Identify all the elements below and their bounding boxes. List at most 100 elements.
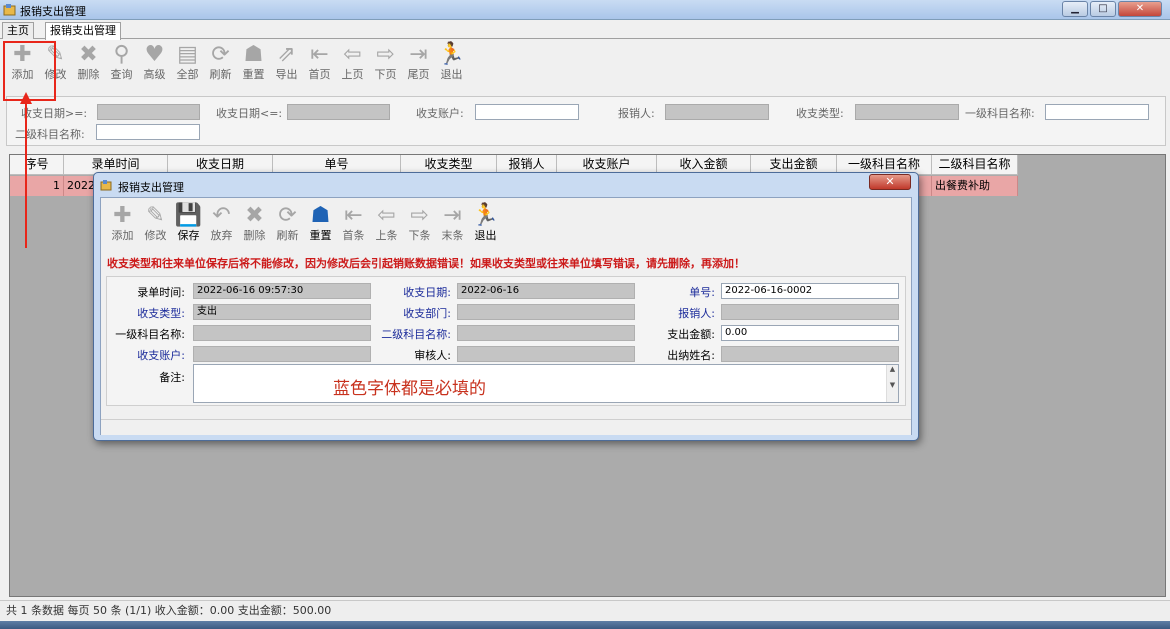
dialog-button-delete[interactable]: ✖ 删除	[238, 203, 271, 249]
dialog-button-label: 下条	[408, 229, 431, 242]
type-input[interactable]	[855, 104, 959, 120]
auditor-label: 审核人:	[414, 349, 451, 362]
date-to-label: 收支日期<=:	[216, 107, 283, 120]
dialog-button-label: 退出	[474, 229, 497, 242]
dialog-button-plus[interactable]: ✚ 添加	[106, 203, 139, 249]
dialog-button-reset[interactable]: ☗ 重置	[304, 203, 337, 249]
toolbar-button-delete[interactable]: ✖ 删除	[72, 42, 105, 88]
toolbar-button-reset[interactable]: ☗ 重置	[237, 42, 270, 88]
dialog-app-icon	[100, 180, 112, 191]
toolbar-button-label: 删除	[77, 68, 100, 81]
dialog-button-undo[interactable]: ↶ 放弃	[205, 203, 238, 249]
toolbar-button-refresh[interactable]: ⟳ 刷新	[204, 42, 237, 88]
prev-record-icon: ⇦	[377, 203, 396, 228]
cashier-field[interactable]	[721, 346, 899, 362]
toolbar-button-label: 上页	[341, 68, 364, 81]
minimize-button[interactable]: ▁	[1062, 1, 1088, 17]
number-label: 单号:	[689, 286, 715, 299]
dialog-button-save[interactable]: 💾 保存	[172, 203, 205, 249]
toolbar-button-advanced-search[interactable]: ♥ 高级	[138, 42, 171, 88]
date-label: 收支日期:	[403, 286, 451, 299]
account-label: 收支账户:	[416, 107, 464, 120]
memo-scrollbar[interactable]: ▲ ▼	[886, 365, 898, 402]
delete-icon: ✖	[79, 42, 98, 67]
dialog-close-button[interactable]: ✕	[869, 174, 911, 190]
edit-icon: ✎	[146, 203, 165, 228]
toolbar-button-label: 刷新	[209, 68, 232, 81]
number-field[interactable]: 2022-06-16-0002	[721, 283, 899, 299]
reporter-input[interactable]	[665, 104, 769, 120]
toolbar-button-first-page[interactable]: ⇤ 首页	[303, 42, 336, 88]
dialog-button-label: 删除	[243, 229, 266, 242]
level2-input[interactable]	[96, 124, 200, 140]
reset-icon: ☗	[243, 42, 264, 67]
main-toolbar: ✚ 添加 ✎ 修改 ✖ 删除 ⚲ 查询 ♥ 高级 ▤ 全部 ⟳ 刷新 ☗ 重置 ⇗ 导出 ⇤ 首页 ⇦ 上页 ⇨ 下页 ⇥ 尾页 🏃…	[6, 42, 468, 90]
memo-label: 备注:	[159, 371, 185, 384]
column-header[interactable]: 二级科目名称	[932, 155, 1018, 175]
dialog-button-label: 末条	[441, 229, 464, 242]
type-label: 收支类型:	[796, 107, 844, 120]
toolbar-button-prev-page[interactable]: ⇦ 上页	[336, 42, 369, 88]
dept-label: 收支部门:	[403, 307, 451, 320]
dialog-button-refresh[interactable]: ⟳ 刷新	[271, 203, 304, 249]
last-record-icon: ⇥	[443, 203, 462, 228]
toolbar-button-next-page[interactable]: ⇨ 下页	[369, 42, 402, 88]
dialog-button-label: 刷新	[276, 229, 299, 242]
exit-icon: 🏃	[437, 42, 466, 67]
dialog-button-edit[interactable]: ✎ 修改	[139, 203, 172, 249]
search-icon: ⚲	[113, 42, 130, 67]
date-from-input[interactable]	[97, 104, 200, 120]
level1-field[interactable]	[193, 325, 371, 341]
tab-home[interactable]: 主页	[2, 22, 34, 39]
account-input[interactable]	[475, 104, 579, 120]
date-to-input[interactable]	[287, 104, 390, 120]
toolbar-button-label: 退出	[440, 68, 463, 81]
toolbar-button-exit[interactable]: 🏃 退出	[435, 42, 468, 88]
dialog-button-next-record[interactable]: ⇨ 下条	[403, 203, 436, 249]
dialog-button-first-record[interactable]: ⇤ 首条	[337, 203, 370, 249]
type-field[interactable]: 支出	[193, 304, 371, 320]
toolbar-button-all[interactable]: ▤ 全部	[171, 42, 204, 88]
dialog-body: ✚ 添加 ✎ 修改 💾 保存 ↶ 放弃 ✖ 删除 ⟳ 刷新 ☗ 重置 ⇤ 首条 ⇦ 上条 ⇨ 下条 ⇥ 末条 🏃 退出 收支类…	[100, 197, 912, 435]
cashier-label: 出纳姓名:	[667, 349, 715, 362]
level1-input[interactable]	[1045, 104, 1149, 120]
entry-time-field[interactable]: 2022-06-16 09:57:30	[193, 283, 371, 299]
entry-time-label: 录单时间:	[137, 286, 185, 299]
auditor-field[interactable]	[457, 346, 635, 362]
tab-expense-management[interactable]: 报销支出管理	[45, 22, 121, 40]
toolbar-button-label: 尾页	[407, 68, 430, 81]
dialog-button-label: 放弃	[210, 229, 233, 242]
dialog-title: 报销支出管理	[118, 181, 184, 194]
first-page-icon: ⇤	[310, 42, 329, 67]
close-button[interactable]: ✕	[1118, 1, 1162, 17]
window-titlebar: 报销支出管理 ▁ □ ✕	[0, 0, 1170, 20]
dialog-button-prev-record[interactable]: ⇦ 上条	[370, 203, 403, 249]
dialog-button-label: 首条	[342, 229, 365, 242]
next-record-icon: ⇨	[410, 203, 429, 228]
tab-strip: 主页 报销支出管理	[0, 21, 1170, 40]
expense-dialog: 报销支出管理 ✕ ✚ 添加 ✎ 修改 💾 保存 ↶ 放弃 ✖ 删除 ⟳ 刷新 ☗ 重置 ⇤ 首条 ⇦ 上条 ⇨ 下条 ⇥…	[93, 172, 919, 441]
reporter-field[interactable]	[721, 304, 899, 320]
level1-label: 一级科目名称:	[965, 107, 1035, 120]
toolbar-button-label: 查询	[110, 68, 133, 81]
dept-field[interactable]	[457, 304, 635, 320]
dialog-button-last-record[interactable]: ⇥ 末条	[436, 203, 469, 249]
last-page-icon: ⇥	[409, 42, 428, 67]
account-field[interactable]	[193, 346, 371, 362]
dialog-button-exit[interactable]: 🏃 退出	[469, 203, 502, 249]
maximize-button[interactable]: □	[1090, 1, 1116, 17]
window-title: 报销支出管理	[20, 5, 86, 18]
toolbar-button-export[interactable]: ⇗ 导出	[270, 42, 303, 88]
dialog-status-bar	[101, 419, 911, 435]
memo-textarea[interactable]: ▲ ▼	[193, 364, 899, 403]
status-bar: 共 1 条数据 每页 50 条 (1/1) 收入金额：0.00 支出金额：500…	[0, 600, 1170, 620]
refresh-icon: ⟳	[278, 203, 297, 228]
date-field[interactable]: 2022-06-16	[457, 283, 635, 299]
amount-field[interactable]: 0.00	[721, 325, 899, 341]
toolbar-button-search[interactable]: ⚲ 查询	[105, 42, 138, 88]
toolbar-button-last-page[interactable]: ⇥ 尾页	[402, 42, 435, 88]
all-icon: ▤	[177, 42, 198, 67]
level2-field[interactable]	[457, 325, 635, 341]
toolbar-button-label: 重置	[242, 68, 265, 81]
save-icon: 💾	[174, 203, 203, 228]
